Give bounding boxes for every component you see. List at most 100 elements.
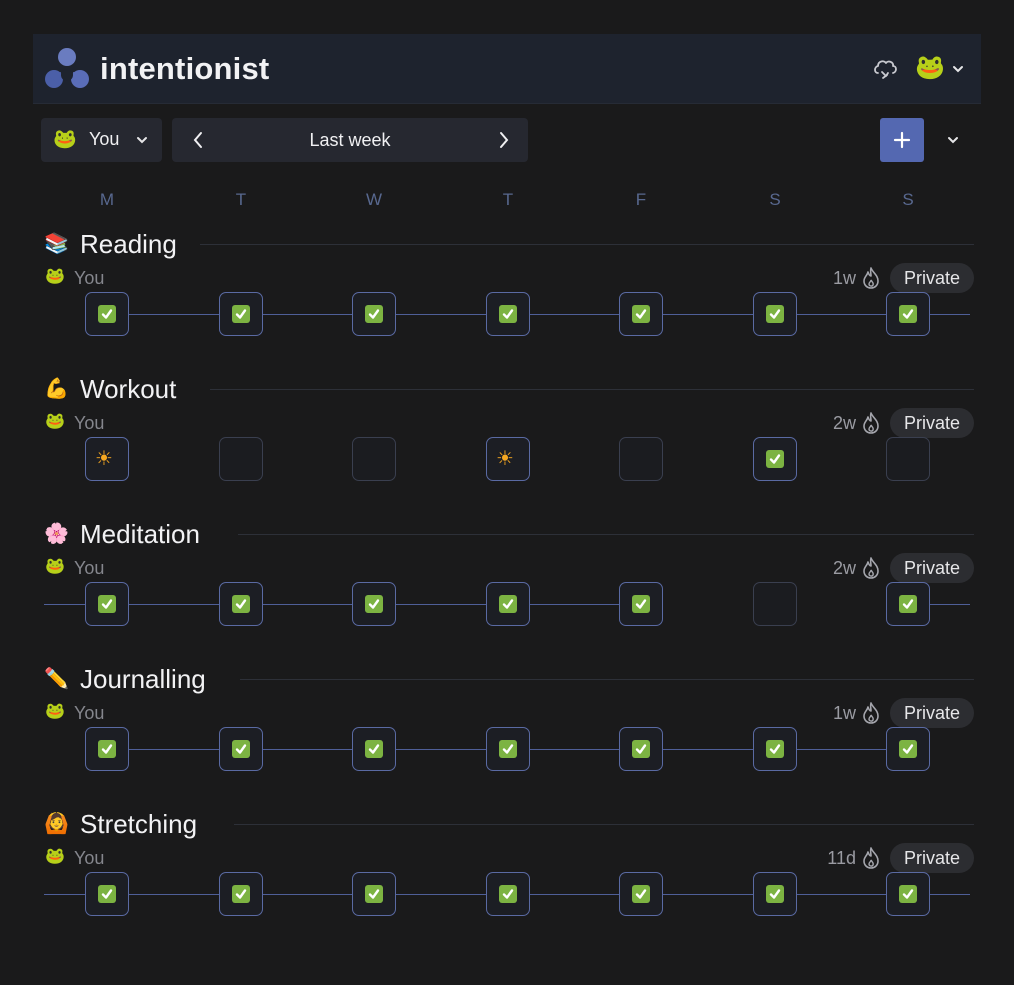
streak-length: 1w bbox=[832, 703, 856, 723]
day-cell-t-3[interactable] bbox=[486, 292, 530, 336]
cloud-sync-icon[interactable] bbox=[871, 55, 899, 83]
checkmark-icon bbox=[499, 595, 517, 613]
streak-length: 2w bbox=[832, 413, 856, 433]
checkmark-icon bbox=[98, 740, 116, 758]
checkmark-icon bbox=[899, 305, 917, 323]
day-header: T bbox=[235, 190, 247, 209]
day-cell-f-4[interactable] bbox=[619, 292, 663, 336]
day-cell-s-5[interactable] bbox=[753, 727, 797, 771]
day-cell-w-2[interactable] bbox=[352, 727, 396, 771]
streak-line bbox=[530, 894, 619, 895]
streak-line bbox=[930, 604, 970, 605]
day-header: W bbox=[365, 190, 383, 209]
more-options-button[interactable] bbox=[938, 126, 968, 154]
checkmark-icon bbox=[232, 885, 250, 903]
day-cell-t-3[interactable] bbox=[486, 582, 530, 626]
day-cell-w-2[interactable] bbox=[352, 872, 396, 916]
habit-title[interactable]: Stretching bbox=[80, 809, 197, 840]
streak-line bbox=[663, 749, 753, 750]
checkmark-icon bbox=[98, 305, 116, 323]
day-cell-t-1[interactable] bbox=[219, 292, 263, 336]
day-cell-w-2[interactable] bbox=[352, 292, 396, 336]
day-cell-t-1[interactable] bbox=[219, 582, 263, 626]
day-cell-t-1[interactable] bbox=[219, 872, 263, 916]
streak-line bbox=[797, 314, 886, 315]
next-week-button[interactable] bbox=[488, 124, 520, 156]
day-cell-m-0[interactable] bbox=[85, 727, 129, 771]
checkmark-icon bbox=[499, 305, 517, 323]
day-cell-t-3[interactable] bbox=[486, 727, 530, 771]
checkmark-icon bbox=[365, 305, 383, 323]
day-cell-w-2[interactable] bbox=[352, 437, 396, 481]
habit-row: 📚 Reading 🐸 You 1w Private bbox=[0, 229, 1014, 375]
app-header: intentionist 🐸 bbox=[33, 34, 981, 104]
week-navigator: Last week bbox=[172, 118, 528, 162]
day-cell-s-6[interactable] bbox=[886, 872, 930, 916]
day-cell-s-5[interactable] bbox=[753, 582, 797, 626]
owner-name: You bbox=[74, 703, 105, 723]
divider bbox=[200, 244, 974, 245]
habit-title[interactable]: Journalling bbox=[80, 664, 206, 695]
habit-title[interactable]: Workout bbox=[80, 374, 176, 405]
owner-avatar: 🐸 bbox=[45, 413, 65, 430]
day-cell-s-6[interactable] bbox=[886, 292, 930, 336]
sun-icon: ☀ bbox=[496, 448, 514, 470]
checkmark-icon bbox=[632, 885, 650, 903]
day-cell-m-0[interactable] bbox=[85, 872, 129, 916]
account-menu-button[interactable]: 🐸 bbox=[915, 52, 971, 86]
streak-line bbox=[396, 749, 486, 750]
habit-title[interactable]: Meditation bbox=[80, 519, 200, 550]
checkmark-icon bbox=[766, 740, 784, 758]
day-cell-t-3[interactable]: ☀ bbox=[486, 437, 530, 481]
frog-icon: 🐸 bbox=[53, 129, 77, 150]
streak-line bbox=[129, 314, 219, 315]
day-cell-s-6[interactable] bbox=[886, 727, 930, 771]
streak-line bbox=[263, 604, 352, 605]
day-cell-w-2[interactable] bbox=[352, 582, 396, 626]
streak-line bbox=[263, 314, 352, 315]
day-header: M bbox=[99, 190, 115, 209]
day-header: T bbox=[502, 190, 514, 209]
habit-row: 💪 Workout 🐸 You 2w Private ☀ ☀ bbox=[0, 374, 1014, 520]
streak-line bbox=[530, 604, 619, 605]
user-select[interactable]: 🐸 You bbox=[41, 118, 162, 162]
day-cell-f-4[interactable] bbox=[619, 727, 663, 771]
day-cell-m-0[interactable] bbox=[85, 582, 129, 626]
day-cell-s-5[interactable] bbox=[753, 872, 797, 916]
day-cell-s-6[interactable] bbox=[886, 437, 930, 481]
day-cell-m-0[interactable] bbox=[85, 292, 129, 336]
owner-name: You bbox=[74, 268, 105, 288]
checkmark-icon bbox=[632, 305, 650, 323]
add-habit-button[interactable] bbox=[880, 118, 924, 162]
owner-name: You bbox=[74, 848, 105, 868]
checkmark-icon bbox=[632, 740, 650, 758]
streak-line bbox=[396, 604, 486, 605]
visibility-badge: Private bbox=[890, 843, 974, 873]
day-cell-m-0[interactable]: ☀ bbox=[85, 437, 129, 481]
day-cell-t-3[interactable] bbox=[486, 872, 530, 916]
day-cell-f-4[interactable] bbox=[619, 582, 663, 626]
day-cell-t-1[interactable] bbox=[219, 727, 263, 771]
streak-line bbox=[797, 749, 886, 750]
day-cell-f-4[interactable] bbox=[619, 437, 663, 481]
day-cell-t-1[interactable] bbox=[219, 437, 263, 481]
day-cell-s-6[interactable] bbox=[886, 582, 930, 626]
streak-length: 11d bbox=[827, 848, 856, 868]
week-label: Last week bbox=[309, 130, 391, 150]
owner-avatar: 🐸 bbox=[45, 703, 65, 720]
habit-title[interactable]: Reading bbox=[80, 229, 177, 260]
divider bbox=[238, 534, 974, 535]
day-cell-f-4[interactable] bbox=[619, 872, 663, 916]
streak-line bbox=[530, 749, 619, 750]
user-select-label: You bbox=[89, 129, 120, 149]
divider bbox=[240, 679, 974, 680]
checkmark-icon bbox=[232, 740, 250, 758]
streak-line bbox=[930, 314, 970, 315]
day-cell-s-5[interactable] bbox=[753, 437, 797, 481]
three-circles-logo-icon[interactable] bbox=[43, 46, 91, 92]
habit-row: ✏️ Journalling 🐸 You 1w Private bbox=[0, 664, 1014, 810]
streak-line bbox=[129, 749, 219, 750]
day-cell-s-5[interactable] bbox=[753, 292, 797, 336]
checkmark-icon bbox=[232, 595, 250, 613]
owner-avatar: 🐸 bbox=[45, 848, 65, 865]
